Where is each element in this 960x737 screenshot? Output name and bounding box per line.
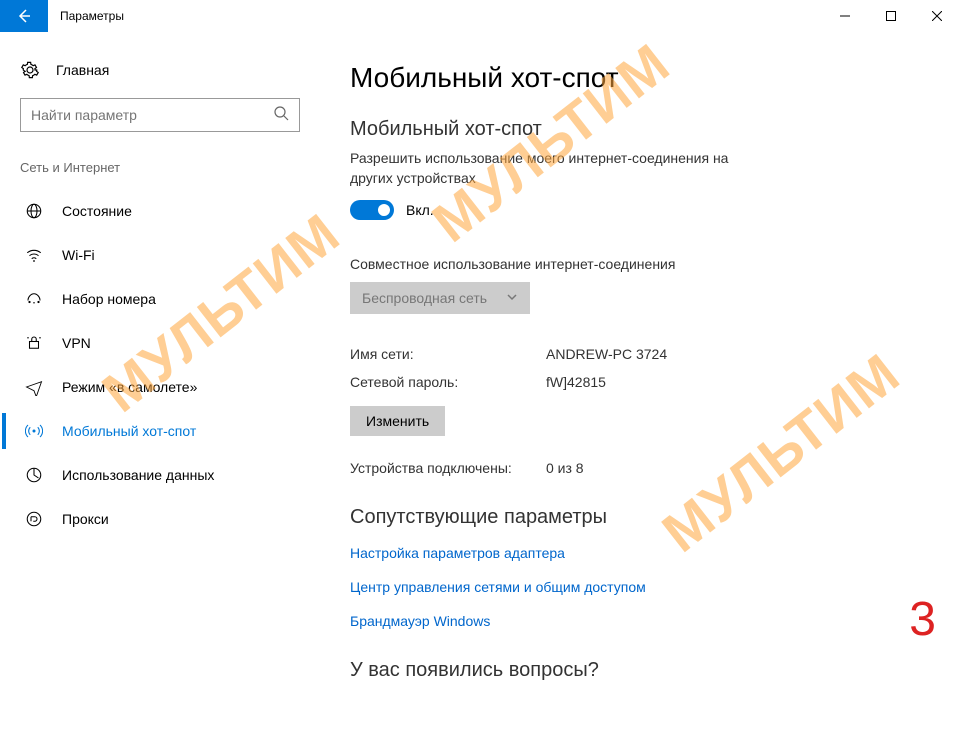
sidebar: Главная Сеть и Интернет Состояние Wi-Fi …	[0, 32, 320, 737]
hotspot-icon	[24, 421, 44, 441]
titlebar: Параметры	[0, 0, 960, 32]
sidebar-item-label: Состояние	[62, 203, 132, 219]
wifi-icon	[24, 245, 44, 265]
share-connection-dropdown[interactable]: Беспроводная сеть	[350, 282, 530, 314]
page-number: 3	[909, 592, 936, 647]
sidebar-item-label: Wi-Fi	[62, 247, 95, 263]
chevron-down-icon	[506, 290, 518, 306]
share-connection-label: Совместное использование интернет-соедин…	[350, 256, 930, 272]
link-firewall[interactable]: Брандмауэр Windows	[350, 613, 930, 629]
search-icon	[273, 105, 289, 126]
dialup-icon	[24, 289, 44, 309]
devices-connected-label: Устройства подключены:	[350, 460, 546, 476]
globe-icon	[24, 201, 44, 221]
related-settings-title: Сопутствующие параметры	[350, 506, 930, 529]
vpn-icon	[24, 333, 44, 353]
window-controls	[822, 0, 960, 32]
maximize-button[interactable]	[868, 0, 914, 32]
toggle-state-label: Вкл.	[406, 202, 434, 218]
page-title: Мобильный хот-спот	[350, 62, 930, 94]
airplane-icon	[24, 377, 44, 397]
sidebar-home[interactable]: Главная	[20, 60, 300, 80]
search-box[interactable]	[20, 98, 300, 132]
close-button[interactable]	[914, 0, 960, 32]
network-password-value: fW]42815	[546, 374, 606, 390]
gear-icon	[20, 60, 40, 80]
main-content: Мобильный хот-спот Мобильный хот-спот Ра…	[320, 32, 960, 737]
sidebar-item-data-usage[interactable]: Использование данных	[20, 453, 300, 497]
sidebar-item-vpn[interactable]: VPN	[20, 321, 300, 365]
sidebar-item-wifi[interactable]: Wi-Fi	[20, 233, 300, 277]
network-name-value: ANDREW-PC 3724	[546, 346, 667, 362]
minimize-button[interactable]	[822, 0, 868, 32]
sidebar-section-title: Сеть и Интернет	[20, 160, 300, 175]
sidebar-item-label: Использование данных	[62, 467, 214, 483]
change-button[interactable]: Изменить	[350, 406, 445, 436]
sidebar-item-label: Режим «в самолете»	[62, 379, 197, 395]
link-adapter-settings[interactable]: Настройка параметров адаптера	[350, 545, 930, 561]
section-title: Мобильный хот-спот	[350, 118, 930, 141]
sidebar-item-label: Набор номера	[62, 291, 156, 307]
section-description: Разрешить использование моего интернет-с…	[350, 149, 770, 188]
sidebar-item-status[interactable]: Состояние	[20, 189, 300, 233]
window-title: Параметры	[48, 0, 822, 32]
network-password-label: Сетевой пароль:	[350, 374, 546, 390]
sidebar-item-label: Прокси	[62, 511, 109, 527]
sidebar-item-hotspot[interactable]: Мобильный хот-спот	[20, 409, 300, 453]
sidebar-item-label: Мобильный хот-спот	[62, 423, 196, 439]
sidebar-item-dialup[interactable]: Набор номера	[20, 277, 300, 321]
sidebar-item-proxy[interactable]: Прокси	[20, 497, 300, 541]
sidebar-home-label: Главная	[56, 62, 109, 78]
sidebar-item-label: VPN	[62, 335, 91, 351]
questions-title: У вас появились вопросы?	[350, 659, 930, 682]
dropdown-value: Беспроводная сеть	[362, 290, 487, 306]
search-input[interactable]	[31, 107, 273, 123]
arrow-left-icon	[16, 8, 32, 24]
back-button[interactable]	[0, 0, 48, 32]
network-name-label: Имя сети:	[350, 346, 546, 362]
data-usage-icon	[24, 465, 44, 485]
sidebar-item-airplane[interactable]: Режим «в самолете»	[20, 365, 300, 409]
devices-connected-value: 0 из 8	[546, 460, 584, 476]
hotspot-toggle[interactable]	[350, 200, 394, 220]
proxy-icon	[24, 509, 44, 529]
link-network-center[interactable]: Центр управления сетями и общим доступом	[350, 579, 930, 595]
